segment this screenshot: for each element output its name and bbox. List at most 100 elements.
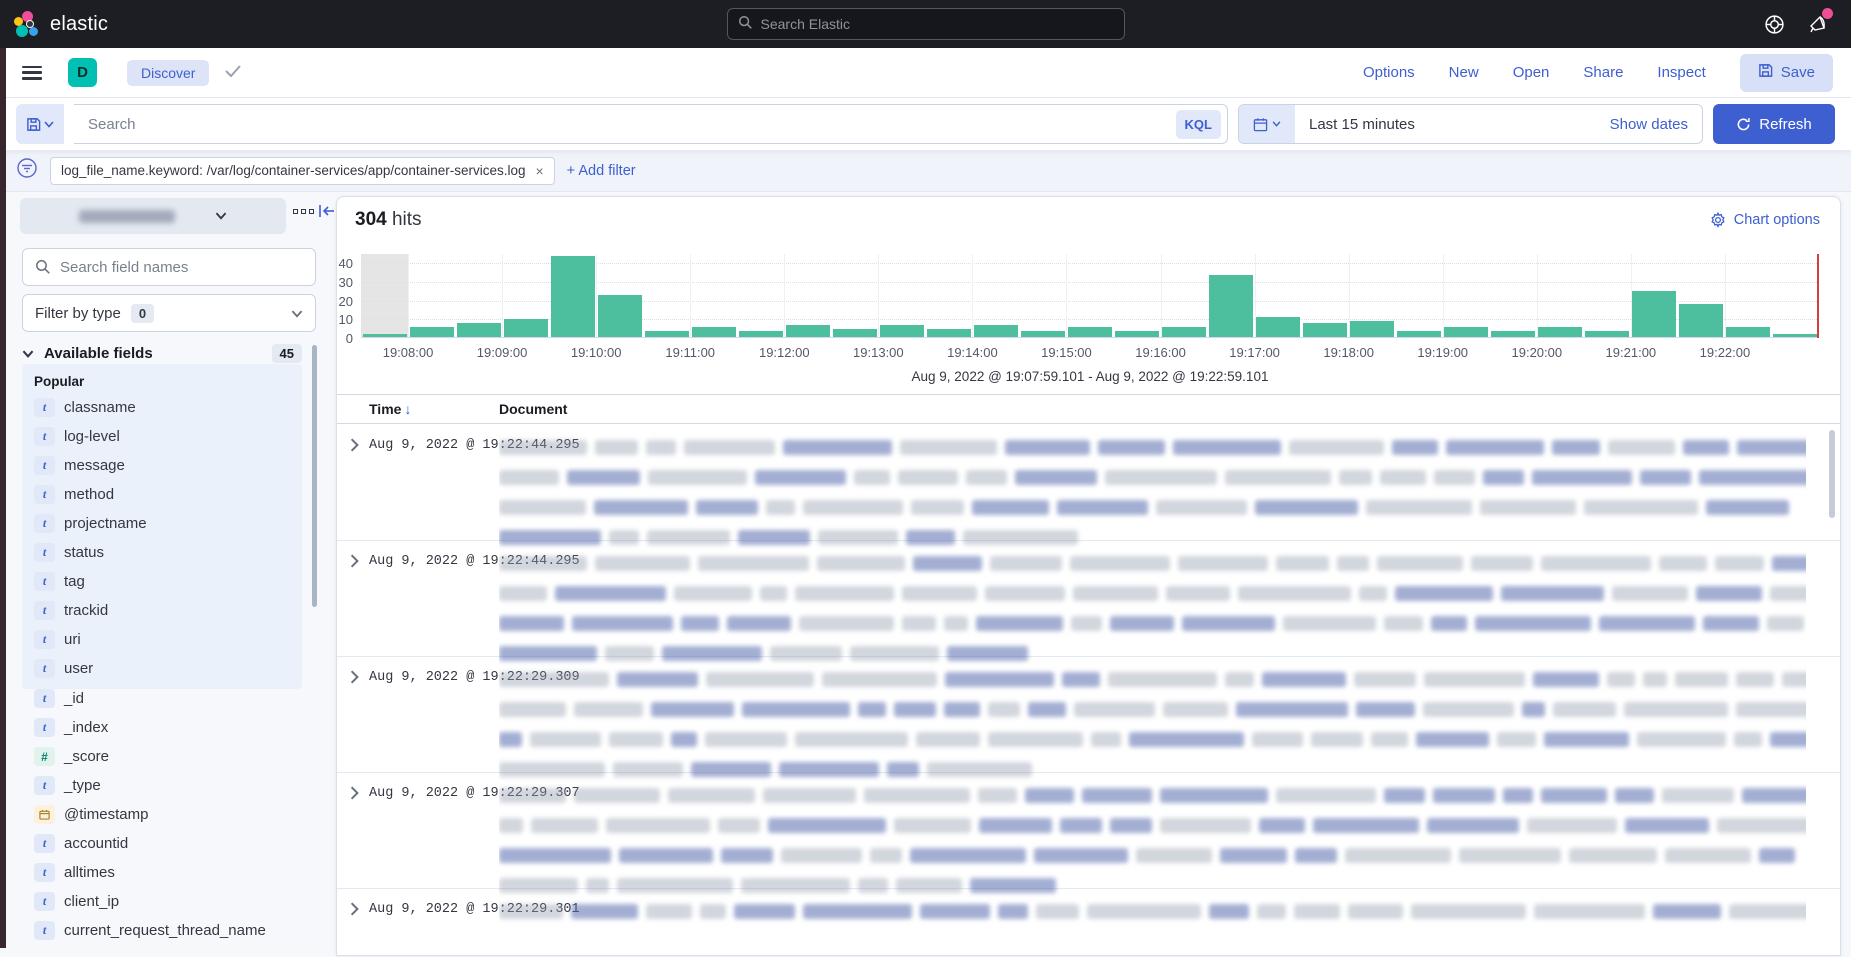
histogram-bar-19:08:30[interactable] — [457, 323, 501, 338]
add-filter-button[interactable]: + Add filter — [567, 163, 636, 179]
redacted-text-chip — [976, 616, 1063, 631]
field-name: log-level — [64, 428, 120, 445]
redacted-text-chip — [1384, 788, 1425, 803]
redacted-text-chip — [1625, 818, 1709, 833]
document-table-row[interactable]: Aug 9, 2022 @ 19:22:29.309 — [337, 657, 1840, 773]
histogram-bar-19:17:30[interactable] — [1303, 323, 1347, 338]
histogram-bar-19:10:00[interactable] — [598, 295, 642, 338]
breadcrumb-discover[interactable]: Discover — [127, 60, 209, 86]
boxes-horizontal-icon[interactable] — [293, 209, 314, 214]
redacted-text-chip — [911, 500, 964, 515]
chart-options-button[interactable]: Chart options — [1710, 212, 1820, 228]
index-pattern-switcher[interactable] — [20, 198, 286, 234]
field-@timestamp[interactable]: @timestamp — [22, 800, 302, 829]
kql-search-input[interactable]: Search KQL — [74, 104, 1228, 144]
expand-row-icon[interactable] — [349, 786, 360, 805]
document-table-row[interactable]: Aug 9, 2022 @ 19:22:29.301 — [337, 889, 1840, 957]
saved-query-menu-button[interactable] — [16, 104, 64, 144]
remove-filter-icon[interactable]: × — [535, 163, 543, 179]
histogram-bar-19:21:00[interactable] — [1632, 291, 1676, 338]
field-_type[interactable]: t_type — [22, 771, 302, 800]
redacted-text-chip — [1036, 904, 1079, 919]
space-avatar[interactable]: D — [68, 58, 97, 87]
redacted-text-chip — [1283, 616, 1376, 631]
notification-dot — [1822, 8, 1833, 19]
document-table-row[interactable]: Aug 9, 2022 @ 19:22:29.307 — [337, 773, 1840, 889]
collapse-sidebar-icon[interactable] — [318, 203, 336, 224]
popular-field-uri[interactable]: turi — [22, 625, 302, 654]
nav-link-new[interactable]: New — [1449, 64, 1479, 81]
refresh-button[interactable]: Refresh — [1713, 104, 1835, 144]
field-current_request_thread_name[interactable]: tcurrent_request_thread_name — [22, 916, 302, 945]
expand-row-icon[interactable] — [349, 554, 360, 573]
redacted-text-chip — [817, 556, 905, 571]
redacted-text-chip — [979, 818, 1052, 833]
nav-link-options[interactable]: Options — [1363, 64, 1415, 81]
document-table-row[interactable]: Aug 9, 2022 @ 19:22:44.295 — [337, 425, 1840, 541]
field-name: _id — [64, 690, 84, 707]
field-alltimes[interactable]: talltimes — [22, 858, 302, 887]
documents-scrollbar[interactable] — [1829, 430, 1835, 518]
histogram-bar-19:18:00[interactable] — [1350, 321, 1394, 338]
expand-row-icon[interactable] — [349, 438, 360, 457]
redacted-text-chip — [1423, 702, 1514, 717]
popular-field-log-level[interactable]: tlog-level — [22, 422, 302, 451]
date-quick-select-button[interactable] — [1239, 105, 1295, 143]
help-icon[interactable] — [1764, 14, 1785, 35]
field-_score[interactable]: #_score — [22, 742, 302, 771]
save-button[interactable]: Save — [1740, 54, 1833, 92]
field-name: projectname — [64, 515, 147, 532]
popular-field-message[interactable]: tmessage — [22, 451, 302, 480]
redacted-text-chip — [1359, 586, 1387, 601]
documents-table-header: Time↓ Document — [337, 394, 1840, 424]
field-search-input[interactable]: Search field names — [22, 248, 316, 286]
field-client_ip[interactable]: tclient_ip — [22, 887, 302, 916]
redacted-text-chip — [1742, 788, 1806, 803]
popular-field-tag[interactable]: ttag — [22, 567, 302, 596]
popular-field-user[interactable]: tuser — [22, 654, 302, 683]
filter-pill[interactable]: log_file_name.keyword: /var/log/containe… — [50, 157, 555, 185]
histogram-bar-19:21:30[interactable] — [1679, 304, 1723, 338]
fields-sidebar: Search field names Filter by type 0 Avai… — [6, 192, 332, 948]
query-language-button[interactable]: KQL — [1176, 110, 1221, 139]
field-_id[interactable]: t_id — [22, 684, 302, 713]
show-dates-button[interactable]: Show dates — [1610, 116, 1702, 133]
hits-histogram[interactable]: 010203040 — [361, 254, 1819, 338]
sidebar-scrollbar[interactable] — [312, 345, 317, 607]
redacted-text-chip — [1541, 556, 1651, 571]
expand-row-icon[interactable] — [349, 670, 360, 689]
popular-field-status[interactable]: tstatus — [22, 538, 302, 567]
document-table-row[interactable]: Aug 9, 2022 @ 19:22:44.295 — [337, 541, 1840, 657]
histogram-bar-19:16:30[interactable] — [1209, 275, 1253, 338]
field-name: _index — [64, 719, 108, 736]
redacted-text-chip — [1662, 788, 1734, 803]
redacted-text-chip — [1337, 556, 1369, 571]
redacted-text-chip — [1533, 672, 1599, 687]
popular-field-trackid[interactable]: ttrackid — [22, 596, 302, 625]
field-accountid[interactable]: taccountid — [22, 829, 302, 858]
time-column-header[interactable]: Time↓ — [369, 401, 411, 417]
popular-field-projectname[interactable]: tprojectname — [22, 509, 302, 538]
redacted-text-chip — [755, 470, 846, 485]
histogram-bar-19:09:30[interactable] — [551, 256, 595, 338]
newsfeed-icon[interactable] — [1807, 13, 1829, 35]
sort-desc-icon[interactable]: ↓ — [404, 401, 411, 417]
available-fields-header[interactable]: Available fields 45 — [22, 344, 316, 363]
redacted-text-chip — [651, 702, 734, 717]
global-search-input[interactable]: Search Elastic — [727, 8, 1125, 40]
histogram-bar-19:09:00[interactable] — [504, 319, 548, 338]
nav-link-inspect[interactable]: Inspect — [1657, 64, 1705, 81]
popular-field-classname[interactable]: tclassname — [22, 393, 302, 422]
menu-icon[interactable] — [22, 66, 42, 80]
field-_index[interactable]: t_index — [22, 713, 302, 742]
histogram-bar-19:17:00[interactable] — [1256, 317, 1300, 338]
popular-field-method[interactable]: tmethod — [22, 480, 302, 509]
nav-link-open[interactable]: Open — [1513, 64, 1550, 81]
filter-by-type-select[interactable]: Filter by type 0 — [22, 294, 316, 332]
filter-menu-icon[interactable] — [16, 157, 38, 184]
expand-row-icon[interactable] — [349, 902, 360, 921]
redacted-text-chip — [1599, 616, 1695, 631]
number-field-type-icon: # — [34, 747, 55, 766]
time-range-value[interactable]: Last 15 minutes — [1295, 116, 1610, 133]
nav-link-share[interactable]: Share — [1583, 64, 1623, 81]
